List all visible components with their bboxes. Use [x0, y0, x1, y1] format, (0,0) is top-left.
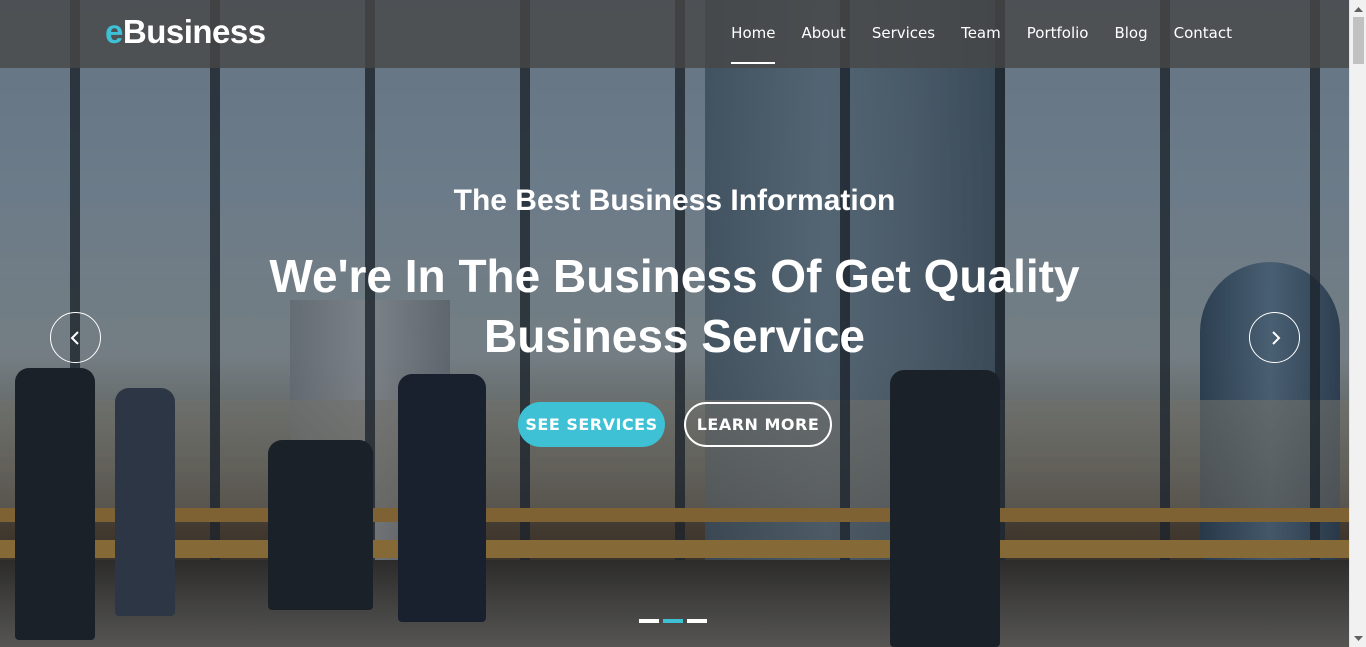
- slider-indicators: [639, 619, 707, 623]
- vertical-scrollbar[interactable]: [1349, 0, 1366, 647]
- slider-prev-button[interactable]: [50, 312, 101, 363]
- slide-indicator-2[interactable]: [663, 619, 683, 623]
- hero-slide: The Best Business Information We're In T…: [0, 0, 1349, 647]
- slide-title: We're In The Business Of Get Quality Bus…: [269, 250, 1080, 362]
- scrollbar-thumb[interactable]: [1353, 17, 1364, 64]
- slider-next-button[interactable]: [1249, 312, 1300, 363]
- chevron-left-icon: [70, 330, 79, 345]
- scroll-down-arrow-icon[interactable]: [1350, 630, 1366, 647]
- slide-indicator-3[interactable]: [687, 619, 707, 623]
- scroll-up-arrow-icon[interactable]: [1350, 0, 1366, 17]
- see-services-button[interactable]: SEE SERVICES: [518, 402, 665, 447]
- learn-more-button[interactable]: LEARN MORE: [684, 402, 832, 447]
- slide-subtitle: The Best Business Information: [453, 184, 896, 217]
- slide-indicator-1[interactable]: [639, 619, 659, 623]
- chevron-right-icon: [1271, 330, 1280, 345]
